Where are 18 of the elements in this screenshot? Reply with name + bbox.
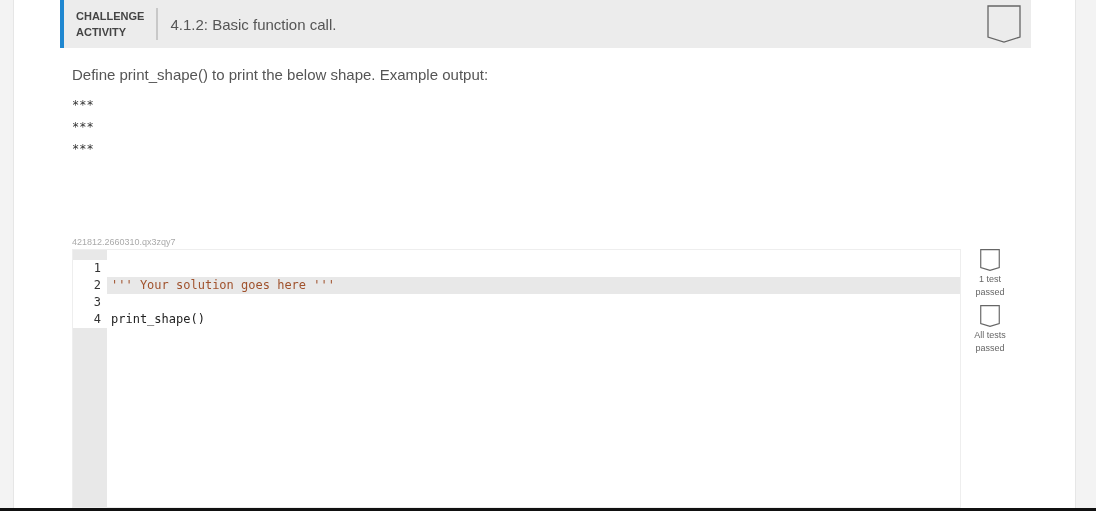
activity-label: CHALLENGE ACTIVITY — [76, 8, 159, 40]
badge-icon — [980, 305, 1000, 327]
test-status-label: 1 test passed — [975, 273, 1005, 299]
activity-id: 421812.2660310.qx3zqy7 — [72, 237, 177, 247]
line-number: 1 — [73, 260, 107, 277]
example-output-line: *** — [72, 141, 95, 157]
code-line: print_shape() — [110, 311, 206, 328]
line-number: 2 — [73, 277, 107, 294]
line-number: 4 — [73, 311, 107, 328]
instructions-text: Define print_shape() to print the below shape. Example output: — [72, 66, 490, 83]
badge-icon — [980, 249, 1000, 271]
example-output-line: *** — [72, 97, 95, 113]
line-number: 3 — [73, 294, 107, 311]
code-editor[interactable]: 1 2 3 4 ''' Your solution goes here ''' print_shape() — [72, 249, 961, 508]
activity-title: 4.1.2: Basic function call. — [170, 15, 338, 33]
badge-icon — [987, 5, 1021, 43]
test-status-label: All tests passed — [974, 329, 1006, 355]
example-output-line: *** — [72, 119, 95, 135]
